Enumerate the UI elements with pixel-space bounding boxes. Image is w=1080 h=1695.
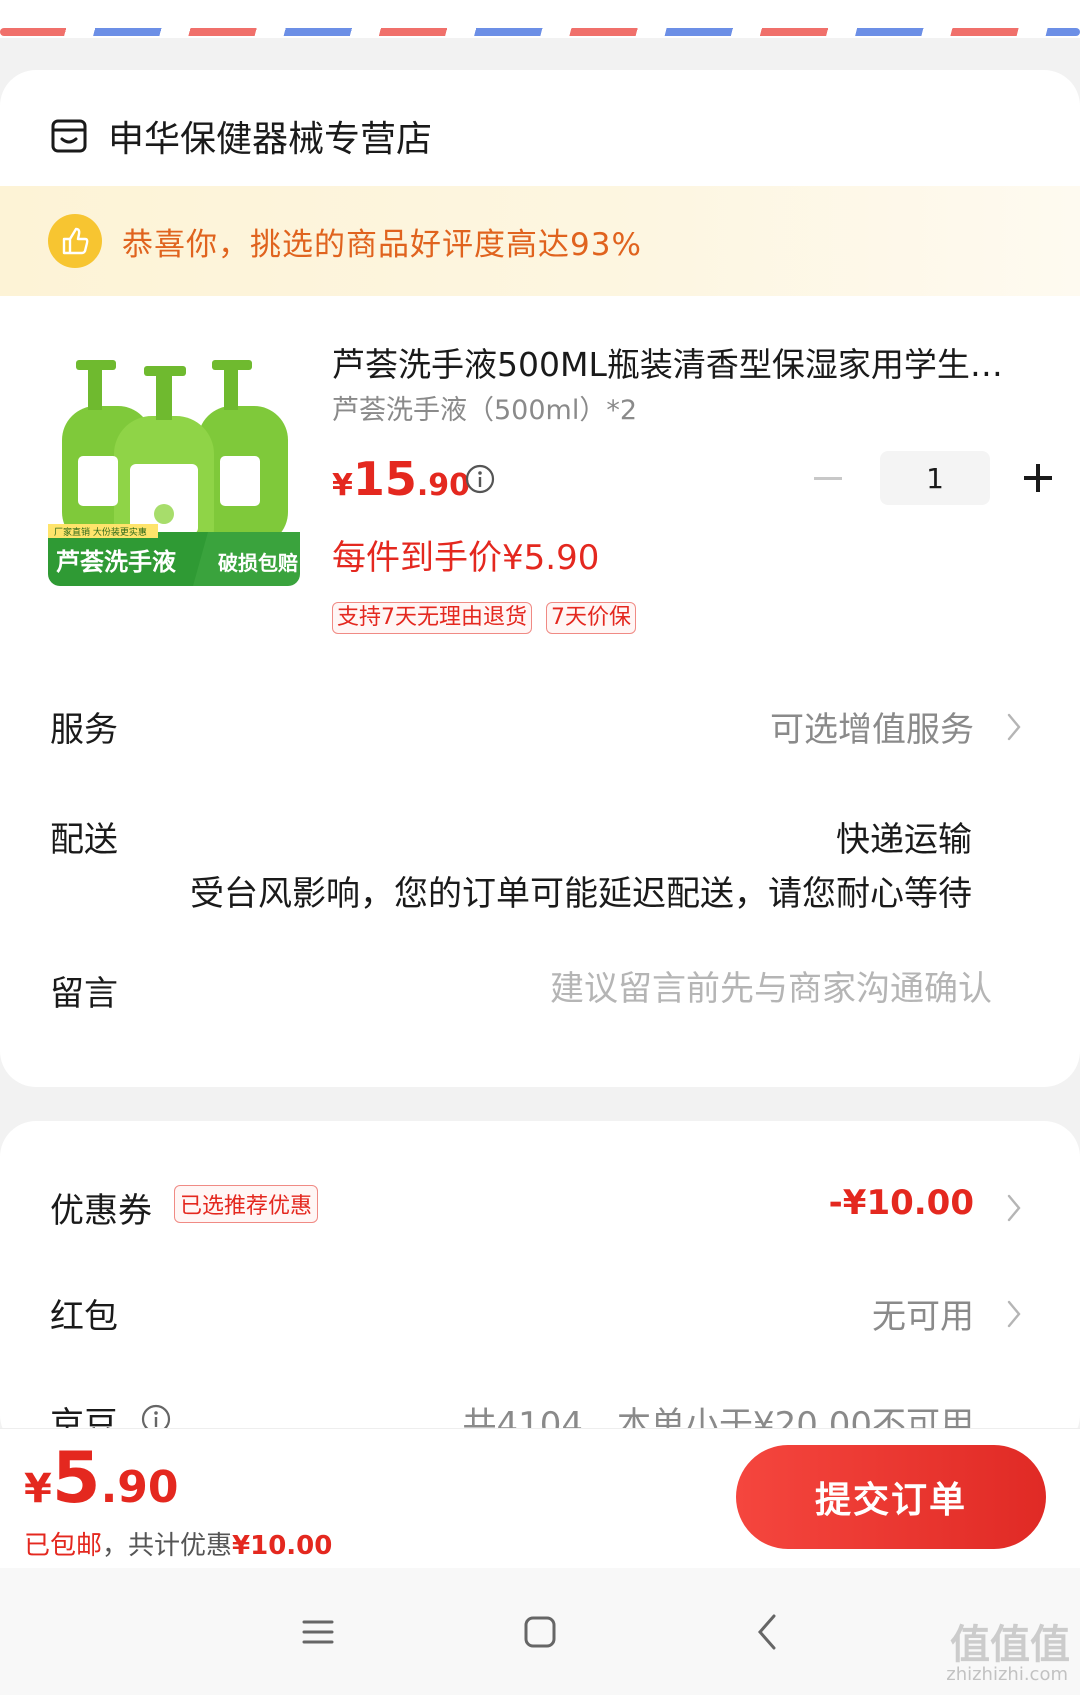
tag-price-protect: 7天价保 [546,602,636,634]
total-decimal: .90 [100,1462,179,1513]
rating-banner: 恭喜你，挑选的商品好评度高达93% [0,186,1080,296]
red-packet-label: 红包 [50,1297,118,1337]
home-icon[interactable] [512,1604,568,1660]
store-header[interactable]: 申华保健器械专营店 [50,108,432,164]
order-card: 申华保健器械专营店 恭喜你，挑选的商品好评度高达93% 厂家直销 大份装更实惠 … [0,70,1080,1087]
total-integer: 5 [51,1437,101,1519]
product-title[interactable]: 芦荟洗手液500ML瓶装清香型保湿家用学生儿童抑菌清洁洗手液 [332,338,1032,386]
service-tags: 支持7天无理由退货 7天价保 [332,602,636,634]
decrease-button[interactable] [808,458,848,498]
tag-return: 支持7天无理由退货 [332,602,532,634]
price-decimal: .90 [416,468,471,503]
watermark-url: zhizhizhi.com [946,1664,1068,1685]
coupon-label: 优惠券 [50,1191,152,1231]
coupon-badge: 已选推荐优惠 [174,1185,319,1223]
quantity-stepper: 1 [808,451,1058,505]
image-badge: 破损包赔 [218,551,298,575]
envelope-stripe [0,0,1080,38]
chevron-right-icon[interactable] [1006,712,1022,742]
price-currency: ¥ [332,468,353,503]
red-packet-value[interactable]: 无可用 [872,1289,974,1338]
total-currency: ¥ [24,1466,52,1512]
increase-button[interactable] [1018,458,1058,498]
thumbs-up-icon [48,214,102,268]
stripe-line [0,28,1080,36]
message-label: 留言 [50,974,118,1014]
price-info-icon[interactable] [464,463,496,495]
delivery-method: 快递运输 [836,820,972,860]
checkout-bar: ¥ 5 .90 已包邮，共计优惠¥10.00 提交订单 [0,1428,1080,1569]
product-image[interactable]: 厂家直销 大份装更实惠 芦荟洗手液 破损包赔 [48,346,300,586]
saving-prefix: ，共计优惠 [102,1531,233,1561]
delivery-label: 配送 [50,820,118,860]
chevron-right-icon[interactable] [1006,1193,1022,1223]
image-top-text: 厂家直销 大份装更实惠 [54,526,147,538]
banner-text: 恭喜你，挑选的商品好评度高达93% [122,226,642,263]
unit-price: 每件到手价¥5.90 [332,538,600,578]
quantity-value[interactable]: 1 [880,451,990,505]
coupon-value[interactable]: -¥10.00 [829,1183,974,1223]
back-icon[interactable] [740,1604,796,1660]
chevron-right-icon[interactable] [1006,1299,1022,1329]
image-caption: 芦荟洗手液 [56,548,176,576]
total-price: ¥ 5 .90 [24,1437,179,1519]
product-spec: 芦荟洗手液（500ml）*2 [332,395,638,426]
shipping-free: 已包邮 [24,1531,103,1561]
saving-amount: ¥10.00 [232,1531,333,1561]
service-value[interactable]: 可选增值服务 [770,702,974,751]
product-price: ¥ 15 .90 [332,452,470,506]
system-nav-bar [0,1568,1080,1695]
menu-icon[interactable] [290,1604,346,1660]
delivery-delay-note: 受台风影响，您的订单可能延迟配送，请您耐心等待 [190,874,972,914]
total-note: 已包邮，共计优惠¥10.00 [24,1525,332,1562]
submit-order-button[interactable]: 提交订单 [736,1445,1046,1549]
message-input[interactable] [370,960,994,1018]
store-name: 申华保健器械专营店 [108,119,433,160]
price-integer: 15 [352,452,417,506]
service-label: 服务 [50,710,118,750]
watermark: 值值值 [950,1622,1070,1668]
store-icon [51,119,87,153]
discount-card: 优惠券 已选推荐优惠 -¥10.00 红包 无可用 京豆 共4104，本单小于¥… [0,1121,1080,1451]
